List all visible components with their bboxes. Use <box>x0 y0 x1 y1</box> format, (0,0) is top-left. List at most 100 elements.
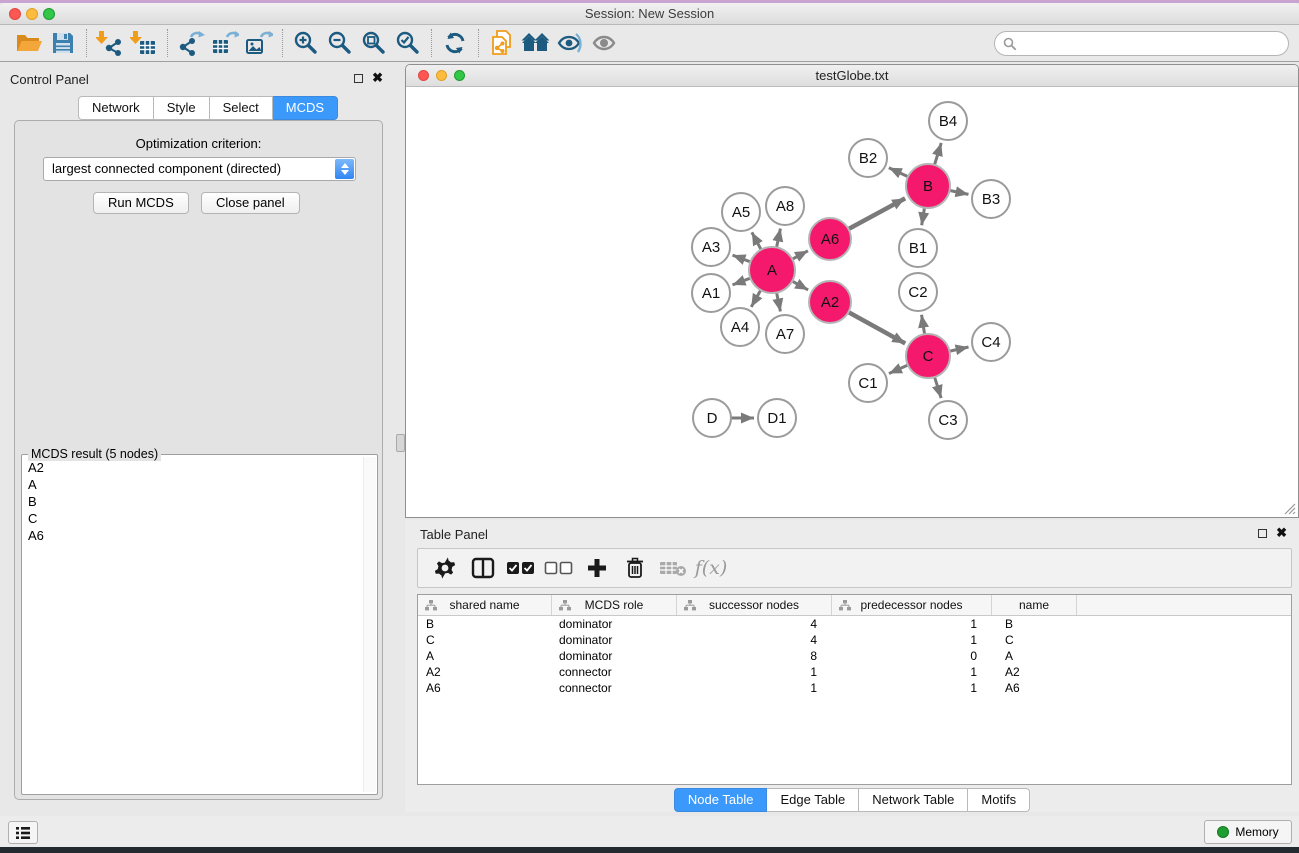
vertical-split-grip[interactable] <box>396 434 405 452</box>
graph-node-A3[interactable]: A3 <box>692 228 730 266</box>
graph-node-B1[interactable]: B1 <box>899 229 937 267</box>
network-window-titlebar[interactable]: testGlobe.txt <box>406 65 1298 87</box>
graph-node-D[interactable]: D <box>693 399 731 437</box>
graph-node-A6[interactable]: A6 <box>809 218 851 260</box>
gear-icon[interactable] <box>426 551 464 585</box>
delete-column-icon[interactable] <box>616 551 654 585</box>
deselect-all-icon[interactable] <box>540 551 578 585</box>
export-network-icon[interactable] <box>174 28 208 58</box>
graph-node-D1[interactable]: D1 <box>758 399 796 437</box>
maximize-window-icon[interactable] <box>454 70 465 81</box>
svg-text:A4: A4 <box>731 319 749 336</box>
mcds-result-item[interactable]: A6 <box>22 527 377 544</box>
table-tab-node-table[interactable]: Node Table <box>674 788 768 812</box>
zoom-fit-icon[interactable] <box>357 28 391 58</box>
result-scrollbar[interactable] <box>363 457 376 792</box>
column-label: MCDS role <box>585 598 644 612</box>
zoom-out-icon[interactable] <box>323 28 357 58</box>
mcds-result-item[interactable]: B <box>22 493 377 510</box>
column-view-icon[interactable] <box>464 551 502 585</box>
column-header-predecessor-nodes[interactable]: predecessor nodes <box>831 595 991 615</box>
table-row-B[interactable]: Bdominator41B <box>418 616 1291 632</box>
graph-node-B2[interactable]: B2 <box>849 139 887 177</box>
graph-node-C1[interactable]: C1 <box>849 364 887 402</box>
graph-node-B3[interactable]: B3 <box>972 180 1010 218</box>
table-tab-network-table[interactable]: Network Table <box>859 788 968 812</box>
tab-network[interactable]: Network <box>78 96 154 120</box>
network-graph[interactable]: A A1 A2 A3 A4 A5 A6 A7 A8 B B1 B2 B3 B4 C C1 C2 C3 C4 D D1 <box>407 88 1297 517</box>
task-history-button[interactable] <box>8 821 38 844</box>
copy-network-icon[interactable] <box>485 28 519 58</box>
zoom-selected-icon[interactable] <box>391 28 425 58</box>
table-row-A6[interactable]: A6connector11A6 <box>418 680 1291 696</box>
tab-select[interactable]: Select <box>210 96 273 120</box>
add-column-icon[interactable] <box>578 551 616 585</box>
hide-details-icon[interactable] <box>553 28 587 58</box>
control-panel-title: Control Panel <box>10 72 89 87</box>
tab-mcds[interactable]: MCDS <box>273 96 338 120</box>
tab-style[interactable]: Style <box>154 96 210 120</box>
close-panel-button[interactable]: Close panel <box>201 192 300 214</box>
select-all-icon[interactable] <box>502 551 540 585</box>
export-image-icon[interactable] <box>242 28 276 58</box>
column-header-name[interactable]: name <box>991 595 1076 615</box>
zoom-in-icon[interactable] <box>289 28 323 58</box>
mcds-result-item[interactable]: A2 <box>22 459 377 476</box>
graph-node-B[interactable]: B <box>906 164 950 208</box>
graph-node-A1[interactable]: A1 <box>692 274 730 312</box>
close-window-icon[interactable] <box>9 8 21 20</box>
graph-node-A2[interactable]: A2 <box>809 281 851 323</box>
run-mcds-button[interactable]: Run MCDS <box>93 192 189 214</box>
search-input[interactable] <box>994 31 1289 56</box>
table-toolbar: f(x) <box>417 548 1292 588</box>
resize-grip-icon[interactable] <box>1282 501 1296 515</box>
refresh-icon[interactable] <box>438 28 472 58</box>
table-row-C[interactable]: Cdominator41C <box>418 632 1291 648</box>
export-table-icon[interactable] <box>208 28 242 58</box>
table-tab-edge-table[interactable]: Edge Table <box>767 788 859 812</box>
table-row-A2[interactable]: A2connector11A2 <box>418 664 1291 680</box>
mcds-result-list[interactable]: A2ABCA6 <box>22 459 377 544</box>
criterion-select[interactable]: largest connected component (directed) <box>43 157 356 181</box>
table-cell: 1 <box>831 616 991 632</box>
column-header-shared-name[interactable]: shared name <box>418 595 551 615</box>
graph-node-A5[interactable]: A5 <box>722 193 760 231</box>
column-header-mcds-role[interactable]: MCDS role <box>551 595 676 615</box>
column-label: successor nodes <box>709 598 799 612</box>
mcds-result-item[interactable]: C <box>22 510 377 527</box>
search-icon <box>1003 37 1017 51</box>
graph-node-C[interactable]: C <box>906 334 950 378</box>
maximize-window-icon[interactable] <box>43 8 55 20</box>
float-panel-icon[interactable] <box>354 74 363 83</box>
svg-text:C: C <box>923 348 934 365</box>
import-table-icon[interactable] <box>127 28 161 58</box>
close-panel-icon[interactable]: ✖ <box>372 73 383 83</box>
graph-node-C2[interactable]: C2 <box>899 273 937 311</box>
graph-node-B4[interactable]: B4 <box>929 102 967 140</box>
memory-button[interactable]: Memory <box>1204 820 1292 844</box>
minimize-window-icon[interactable] <box>436 70 447 81</box>
close-window-icon[interactable] <box>418 70 429 81</box>
open-folder-icon[interactable] <box>12 28 46 58</box>
save-icon[interactable] <box>46 28 80 58</box>
graph-node-C3[interactable]: C3 <box>929 401 967 439</box>
minimize-window-icon[interactable] <box>26 8 38 20</box>
import-network-icon[interactable] <box>93 28 127 58</box>
svg-text:C1: C1 <box>858 375 877 392</box>
eye-icon[interactable] <box>587 28 621 58</box>
column-header-successor-nodes[interactable]: successor nodes <box>676 595 831 615</box>
graph-node-A7[interactable]: A7 <box>766 315 804 353</box>
graph-node-C4[interactable]: C4 <box>972 323 1010 361</box>
table-cell: A2 <box>418 664 551 680</box>
network-canvas[interactable]: A A1 A2 A3 A4 A5 A6 A7 A8 B B1 B2 B3 B4 C C1 C2 C3 C4 D D1 <box>407 88 1297 517</box>
home-icon[interactable] <box>519 28 553 58</box>
table-header-row: shared name MCDS role successor nodes prede… <box>418 595 1291 616</box>
graph-node-A[interactable]: A <box>749 247 795 293</box>
mcds-result-item[interactable]: A <box>22 476 377 493</box>
graph-node-A4[interactable]: A4 <box>721 308 759 346</box>
float-panel-icon[interactable] <box>1258 529 1267 538</box>
table-tab-motifs[interactable]: Motifs <box>968 788 1030 812</box>
table-row-A[interactable]: Adominator80A <box>418 648 1291 664</box>
graph-node-A8[interactable]: A8 <box>766 187 804 225</box>
close-panel-icon[interactable]: ✖ <box>1276 528 1287 538</box>
